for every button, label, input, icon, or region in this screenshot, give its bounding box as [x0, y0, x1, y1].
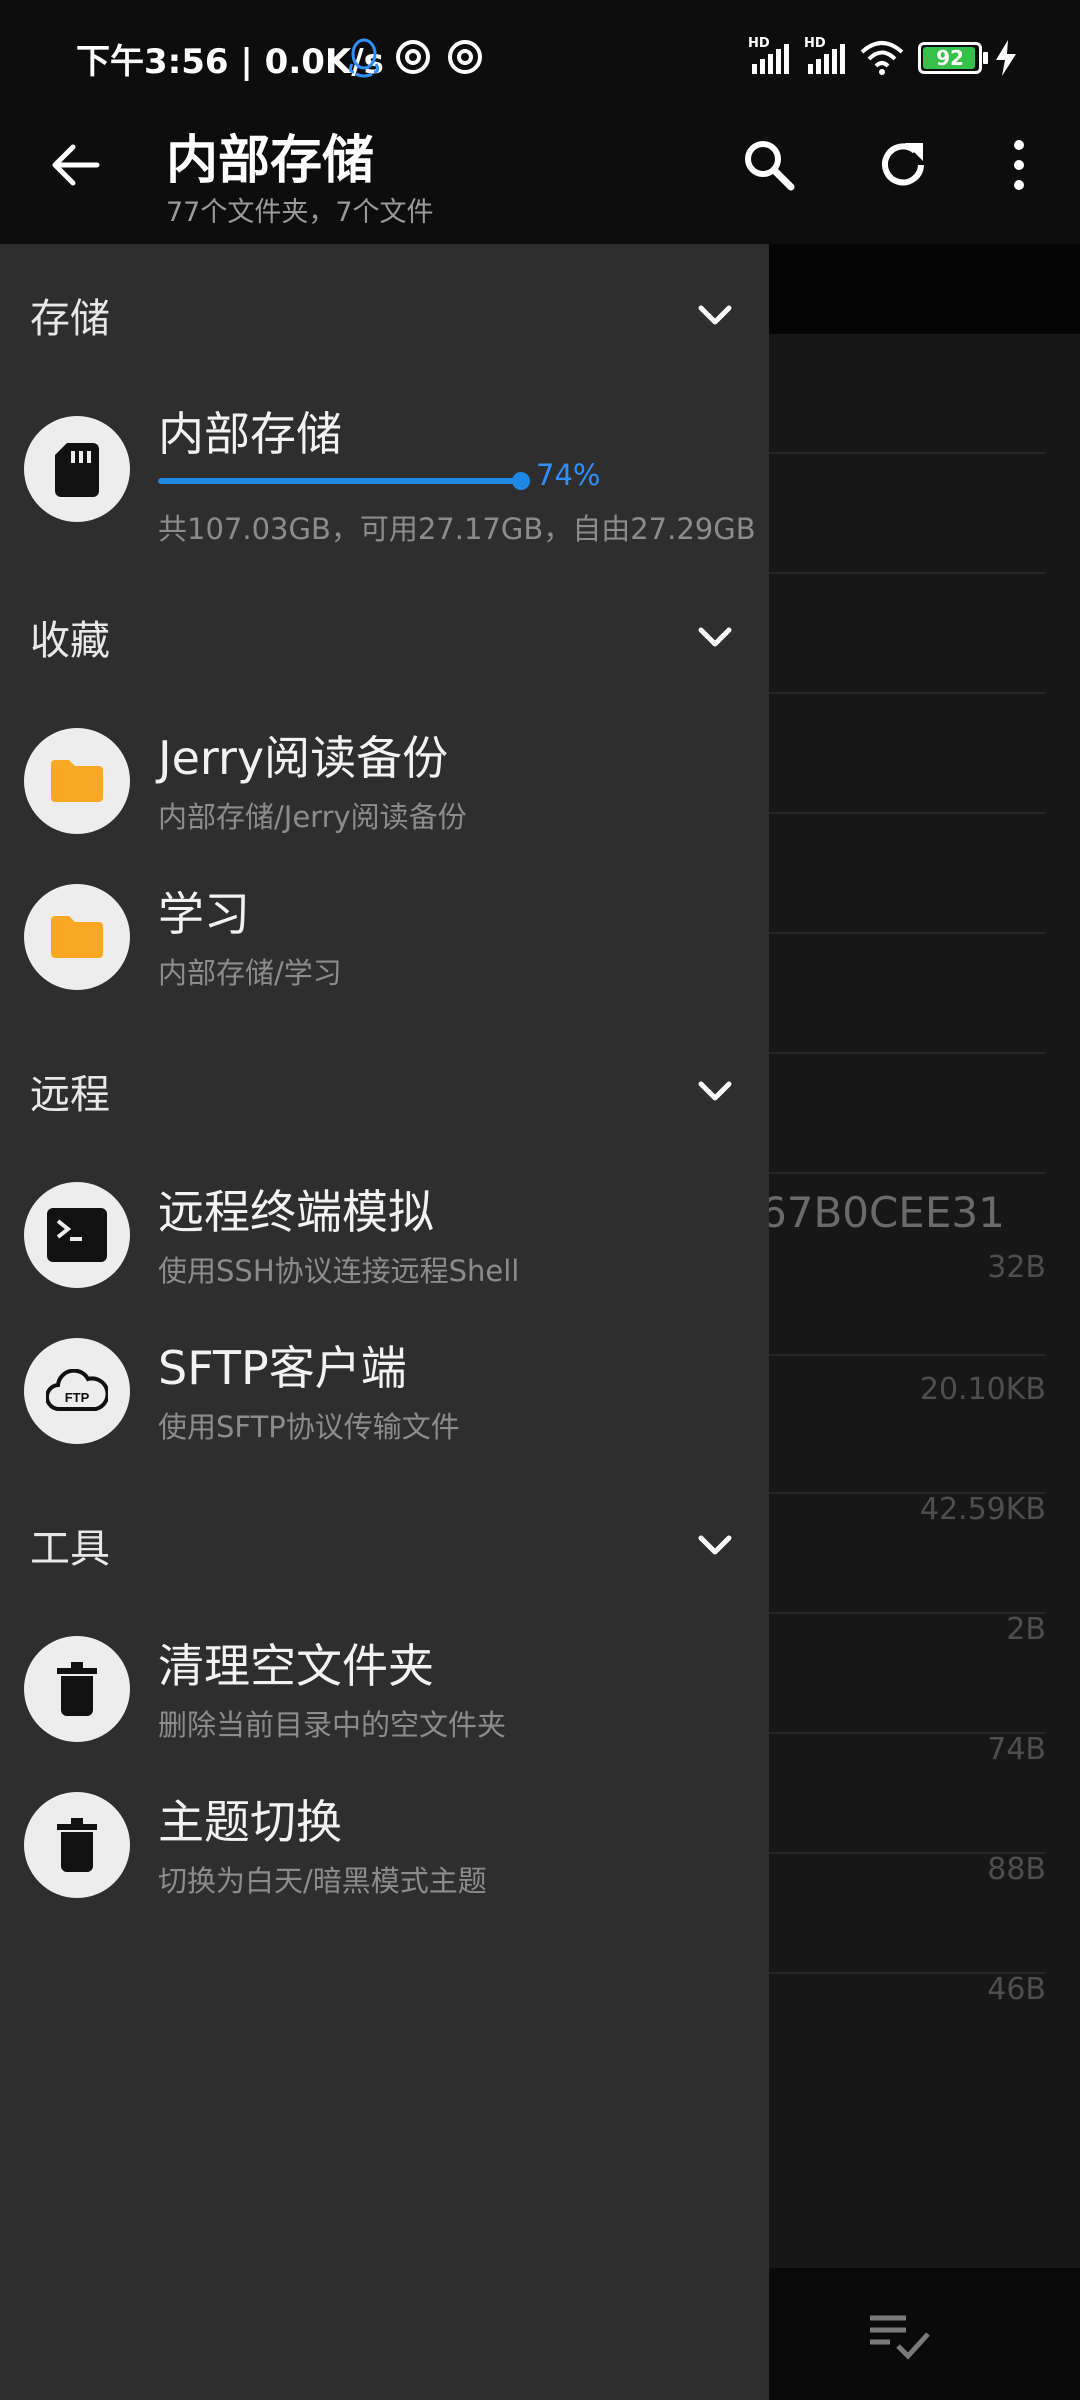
- battery-icon: 92: [918, 42, 982, 74]
- favorite-title: Jerry阅读备份: [158, 731, 449, 785]
- signal-icon-2: [808, 44, 845, 74]
- file-size: 46B: [987, 1972, 1046, 2007]
- sd-card-icon: [55, 443, 99, 497]
- tool-desc: 切换为白天/暗黑模式主题: [158, 1864, 487, 1898]
- wifi-icon: [860, 41, 904, 75]
- drawer-item-sftp-client[interactable]: FTP SFTP客户端 使用SFTP协议传输文件: [0, 1320, 769, 1460]
- storage-detail: 共107.03GB，可用27.17GB，自由27.29GB: [158, 512, 756, 546]
- at-sign-icon: [396, 40, 430, 74]
- refresh-button[interactable]: [868, 130, 938, 200]
- trash-icon: [57, 1818, 97, 1872]
- remote-title: SFTP客户端: [158, 1341, 407, 1395]
- folder-icon: [51, 760, 103, 802]
- remote-desc: 使用SFTP协议传输文件: [158, 1410, 460, 1444]
- page-title: 内部存储: [166, 131, 375, 191]
- storage-progress-bar: [158, 478, 521, 484]
- page-subtitle: 77个文件夹，7个文件: [166, 197, 434, 228]
- sd-card-icon-circle: [24, 416, 130, 522]
- favorite-path: 内部存储/学习: [158, 956, 342, 990]
- refresh-icon: [882, 143, 924, 186]
- app-bar: 内部存储 77个文件夹，7个文件: [0, 118, 1080, 244]
- storage-progress-handle: [512, 472, 530, 490]
- folder-icon-circle: [24, 728, 130, 834]
- section-label: 收藏: [30, 618, 110, 664]
- file-size: 74B: [987, 1732, 1046, 1767]
- file-size: 42.59KB: [919, 1492, 1046, 1527]
- ftp-cloud-icon: FTP: [46, 1369, 108, 1412]
- chevron-down-icon: [698, 627, 732, 647]
- section-label: 存储: [30, 296, 110, 342]
- terminal-icon-circle: [24, 1182, 130, 1288]
- trash-icon-circle: [24, 1792, 130, 1898]
- status-time-speed: 下午3:56 | 0.0K/s: [76, 42, 384, 82]
- drawer-item-clean-empty-folders[interactable]: 清理空文件夹 删除当前目录中的空文件夹: [0, 1618, 769, 1758]
- chevron-down-icon: [698, 1535, 732, 1555]
- storage-percent: 74%: [536, 458, 601, 492]
- back-arrow-icon: [52, 144, 100, 186]
- search-button[interactable]: [734, 130, 804, 200]
- section-header-tools[interactable]: 工具: [0, 1500, 769, 1590]
- storage-title: 内部存储: [158, 407, 342, 461]
- at-sign-icon-2: [448, 40, 482, 74]
- section-header-remote[interactable]: 远程: [0, 1046, 769, 1136]
- battery-level: 92: [936, 46, 964, 70]
- tool-title: 清理空文件夹: [158, 1639, 434, 1693]
- ftp-cloud-icon-circle: FTP: [24, 1338, 130, 1444]
- select-list-icon: [870, 2315, 930, 2360]
- file-size: 88B: [987, 1852, 1046, 1887]
- file-size: 2B: [1006, 1612, 1046, 1647]
- folder-icon: [51, 916, 103, 958]
- svg-text:FTP: FTP: [65, 1390, 90, 1405]
- section-header-storage[interactable]: 存储: [0, 270, 769, 360]
- back-button[interactable]: [40, 130, 110, 200]
- file-size: 20.10KB: [919, 1372, 1046, 1407]
- search-icon: [745, 141, 795, 191]
- drawer-item-favorite-1[interactable]: Jerry阅读备份 内部存储/Jerry阅读备份: [0, 710, 769, 850]
- drawer-item-remote-terminal[interactable]: 远程终端模拟 使用SSH协议连接远程Shell: [0, 1164, 769, 1304]
- favorite-title: 学习: [158, 887, 250, 941]
- more-vert-icon: [1014, 140, 1024, 190]
- tool-desc: 删除当前目录中的空文件夹: [158, 1708, 507, 1742]
- section-header-favorites[interactable]: 收藏: [0, 592, 769, 682]
- trash-icon-circle: [24, 1636, 130, 1742]
- trash-icon: [57, 1662, 97, 1716]
- signal-icon: [752, 44, 789, 74]
- drawer-item-theme-switch[interactable]: 主题切换 切换为白天/暗黑模式主题: [0, 1774, 769, 1914]
- file-size: 32B: [987, 1250, 1046, 1285]
- drawer-item-internal-storage[interactable]: 内部存储 74% 共107.03GB，可用27.17GB，自由27.29GB: [0, 398, 769, 558]
- qq-icon: [348, 38, 380, 78]
- remote-title: 远程终端模拟: [158, 1185, 434, 1239]
- drawer-item-favorite-2[interactable]: 学习 内部存储/学习: [0, 866, 769, 1006]
- favorite-path: 内部存储/Jerry阅读备份: [158, 800, 467, 834]
- status-bar: 下午3:56 | 0.0K/s HD HD 92: [0, 0, 1080, 118]
- tool-title: 主题切换: [158, 1795, 342, 1849]
- navigation-drawer: 存储 内部存储 74% 共107.03GB，可用27.17GB，自由27.29G…: [0, 244, 769, 2400]
- terminal-icon: [47, 1208, 107, 1262]
- more-options-button[interactable]: [984, 130, 1054, 200]
- chevron-down-icon: [698, 305, 732, 325]
- section-label: 工具: [30, 1526, 110, 1572]
- chevron-down-icon: [698, 1081, 732, 1101]
- folder-icon-circle: [24, 884, 130, 990]
- remote-desc: 使用SSH协议连接远程Shell: [158, 1254, 520, 1288]
- file-name: 67B0CEE31: [760, 1188, 1005, 1237]
- section-label: 远程: [30, 1072, 110, 1118]
- charging-icon: [996, 40, 1016, 76]
